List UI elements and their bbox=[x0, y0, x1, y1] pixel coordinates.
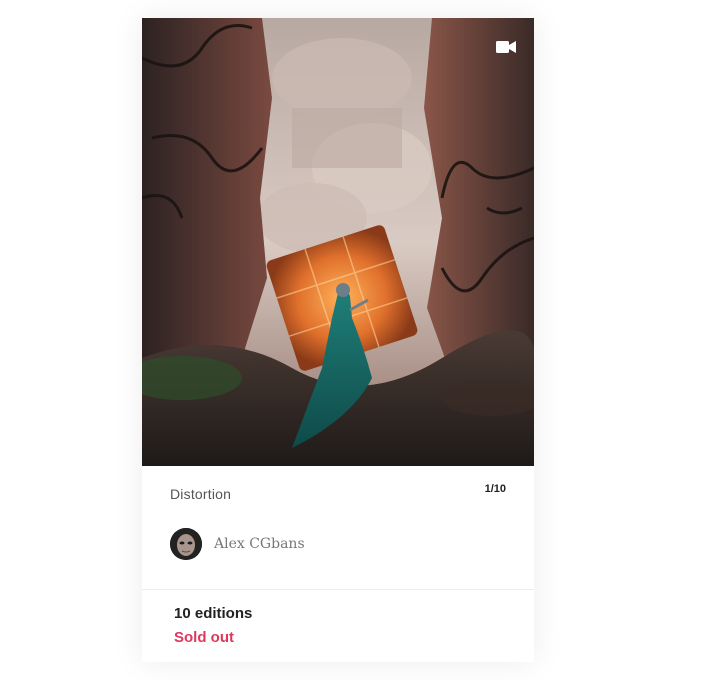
edition-index: 1/10 bbox=[484, 483, 506, 495]
artwork-illustration bbox=[142, 18, 534, 466]
avatar[interactable] bbox=[170, 528, 202, 560]
status-label: Sold out bbox=[174, 629, 234, 646]
video-camera-icon bbox=[496, 41, 516, 53]
creator-avatar-image bbox=[170, 528, 202, 560]
artwork-info: Distortion 1/10 Alex CGbans bbox=[142, 466, 534, 590]
artwork-title[interactable]: Distortion bbox=[170, 486, 231, 502]
editions-count: 10 editions bbox=[174, 605, 253, 622]
creator-link[interactable]: Alex CGbans bbox=[170, 528, 305, 560]
artwork-image[interactable] bbox=[142, 18, 534, 466]
creator-name[interactable]: Alex CGbans bbox=[214, 536, 305, 552]
card-footer: 10 editions Sold out bbox=[142, 590, 534, 662]
artwork-card[interactable]: Distortion 1/10 Alex CGbans 10 editions … bbox=[142, 18, 534, 662]
